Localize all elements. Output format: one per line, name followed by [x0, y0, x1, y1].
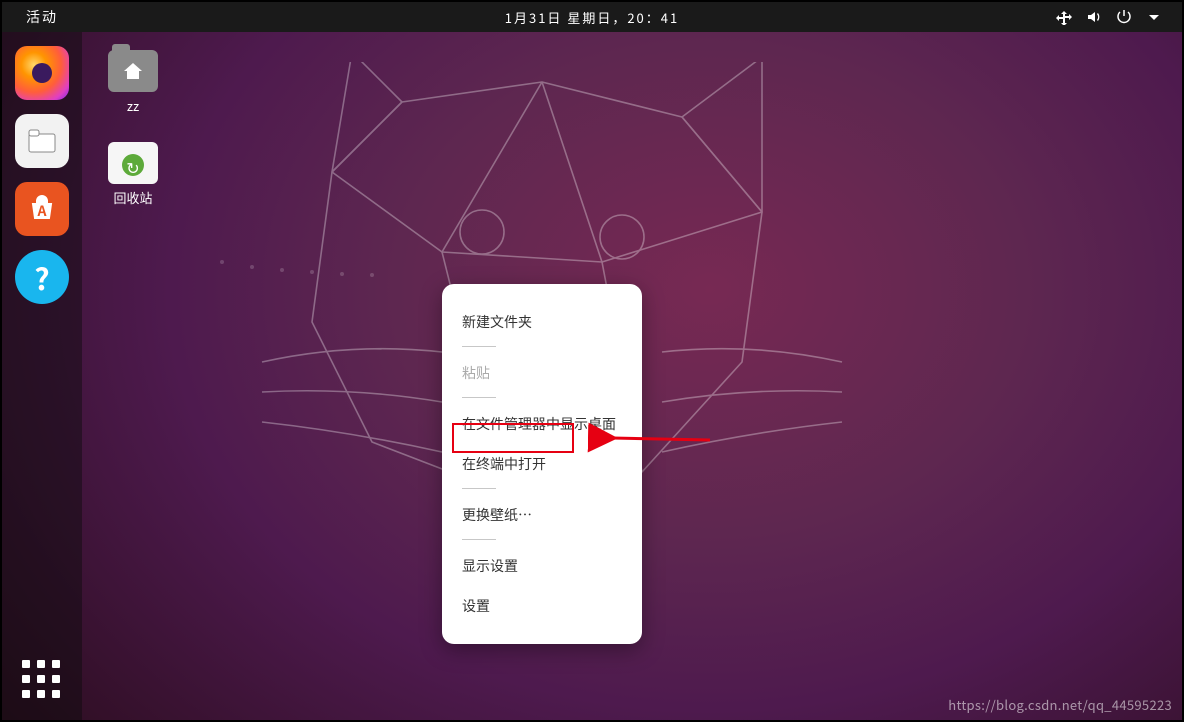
dock: A ? [2, 32, 82, 720]
dock-software[interactable]: A [15, 182, 69, 236]
menu-paste: 粘贴 [462, 353, 622, 393]
desktop-home-folder[interactable]: zz [98, 50, 168, 115]
dock-firefox[interactable] [15, 46, 69, 100]
menu-separator [462, 539, 496, 540]
menu-change-wallpaper[interactable]: 更换壁纸… [462, 495, 622, 535]
dock-files[interactable] [15, 114, 69, 168]
desktop-trash[interactable]: 回收站 [98, 142, 168, 207]
folder-icon [108, 50, 158, 92]
dock-help[interactable]: ? [15, 250, 69, 304]
show-applications[interactable] [22, 660, 62, 700]
system-tray [1056, 9, 1182, 25]
activities-button[interactable]: 活动 [2, 7, 58, 27]
watermark: https://blog.csdn.net/qq_44595223 [948, 695, 1172, 714]
desktop-context-menu: 新建文件夹 粘贴 在文件管理器中显示桌面 在终端中打开 更换壁纸… 显示设置 设… [442, 284, 642, 644]
menu-open-terminal[interactable]: 在终端中打开 [462, 444, 622, 484]
menu-show-in-files[interactable]: 在文件管理器中显示桌面 [462, 404, 622, 444]
menu-separator [462, 346, 496, 347]
menu-new-folder[interactable]: 新建文件夹 [462, 302, 622, 342]
clock[interactable]: 1月31日 星期日，20：41 [505, 8, 679, 27]
trash-icon [108, 142, 158, 184]
menu-separator [462, 488, 496, 489]
network-icon[interactable] [1056, 9, 1072, 25]
svg-text:A: A [37, 201, 48, 221]
top-bar: 活动 1月31日 星期日，20：41 [2, 2, 1182, 32]
volume-icon[interactable] [1086, 9, 1102, 25]
menu-separator [462, 397, 496, 398]
ubuntu-desktop: 活动 1月31日 星期日，20：41 A ? [0, 0, 1184, 722]
desktop-icon-label: 回收站 [98, 188, 168, 207]
menu-display-settings[interactable]: 显示设置 [462, 546, 622, 586]
power-icon[interactable] [1116, 9, 1132, 25]
chevron-down-icon[interactable] [1146, 9, 1162, 25]
desktop-icon-label: zz [98, 96, 168, 115]
menu-settings[interactable]: 设置 [462, 586, 622, 626]
